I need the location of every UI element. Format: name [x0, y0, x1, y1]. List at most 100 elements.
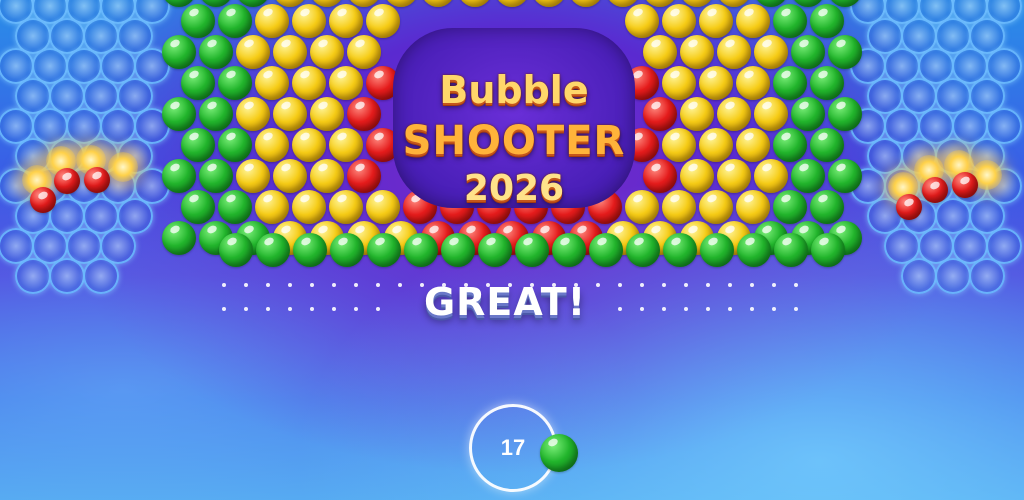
- bubble: [367, 233, 401, 267]
- aim-dot: [750, 283, 754, 287]
- bubble: [698, 190, 733, 224]
- aim-dot: [706, 307, 710, 311]
- bubble: [478, 233, 512, 267]
- bubble: [717, 35, 751, 69]
- bubble: [347, 35, 381, 69]
- spark-bubble-icon: [108, 152, 138, 182]
- next-bubble[interactable]: [540, 434, 578, 472]
- bubble: [421, 0, 455, 7]
- bubble: [291, 128, 326, 162]
- bubble: [791, 35, 825, 69]
- bubble: [661, 190, 696, 224]
- frozen-bubble-icon: [15, 258, 51, 294]
- bubble: [328, 128, 363, 162]
- aim-dot: [332, 307, 336, 311]
- bubble: [661, 66, 696, 100]
- bubble: [811, 233, 845, 267]
- bubble: [717, 97, 751, 131]
- bubble: [162, 97, 196, 131]
- bubble: [643, 35, 677, 69]
- bubble: [680, 159, 714, 193]
- bubble: [291, 4, 326, 38]
- bubble: [328, 190, 363, 224]
- bubble: [330, 233, 364, 267]
- bubble: [754, 35, 788, 69]
- bubble: [828, 97, 862, 131]
- bubble: [310, 159, 344, 193]
- bubble: [199, 159, 233, 193]
- aim-dot: [640, 283, 644, 287]
- bubble: [180, 66, 215, 100]
- aim-dot: [772, 307, 776, 311]
- bubble: [162, 159, 196, 193]
- bubble: [347, 159, 381, 193]
- bubble: [236, 35, 270, 69]
- bubble: [199, 35, 233, 69]
- bubble: [254, 66, 289, 100]
- bubble: [217, 190, 252, 224]
- bubble: [717, 159, 751, 193]
- bubble: [347, 97, 381, 131]
- aim-dot: [354, 307, 358, 311]
- bubble: [30, 187, 56, 213]
- bubble: [791, 159, 825, 193]
- bubble: [291, 190, 326, 224]
- bubble: [680, 35, 714, 69]
- bubble: [772, 66, 807, 100]
- bubble: [735, 4, 770, 38]
- aim-dot: [222, 307, 226, 311]
- bubble: [809, 66, 844, 100]
- bubble: [809, 190, 844, 224]
- bubble: [217, 128, 252, 162]
- bubble: [254, 190, 289, 224]
- aim-dot: [310, 307, 314, 311]
- aim-dot: [728, 307, 732, 311]
- aim-dot: [376, 283, 380, 287]
- bubble: [458, 0, 492, 7]
- game-stage[interactable]: Bubble SHOOTER 2026 GREAT! 17: [0, 0, 1024, 500]
- aim-dot: [684, 283, 688, 287]
- aim-dot: [266, 307, 270, 311]
- frozen-bubble-icon: [969, 258, 1005, 294]
- bubble: [922, 177, 948, 203]
- bubble: [791, 97, 825, 131]
- bubble: [698, 66, 733, 100]
- bubble: [624, 4, 659, 38]
- aim-dot: [266, 283, 270, 287]
- aim-dot: [662, 283, 666, 287]
- aim-dot: [310, 283, 314, 287]
- bubble: [404, 233, 438, 267]
- bubble: [254, 128, 289, 162]
- aim-dot: [222, 283, 226, 287]
- bubble: [643, 159, 677, 193]
- title-bubble: Bubble: [439, 68, 589, 112]
- bubble: [254, 4, 289, 38]
- bubble: [589, 233, 623, 267]
- bubble: [236, 159, 270, 193]
- title-year: 2026: [463, 168, 565, 209]
- bubble: [828, 35, 862, 69]
- bubble: [365, 4, 400, 38]
- aim-dot: [662, 307, 666, 311]
- bubble: [643, 97, 677, 131]
- aim-dot: [244, 283, 248, 287]
- aim-dot: [288, 307, 292, 311]
- bubble: [162, 221, 196, 255]
- bubble: [700, 233, 734, 267]
- aim-dot: [332, 283, 336, 287]
- aim-dot: [244, 307, 248, 311]
- title-shooter: SHOOTER: [402, 118, 626, 164]
- aim-dot: [288, 283, 292, 287]
- bubble: [256, 233, 290, 267]
- bubble: [217, 66, 252, 100]
- bubble: [54, 168, 80, 194]
- bubble: [532, 0, 566, 7]
- feedback-text: GREAT!: [423, 280, 587, 324]
- aim-dot: [354, 283, 358, 287]
- bubble: [772, 128, 807, 162]
- bubble: [661, 4, 696, 38]
- bubble: [180, 4, 215, 38]
- bubble: [698, 128, 733, 162]
- bubble: [680, 97, 714, 131]
- bubble: [737, 233, 771, 267]
